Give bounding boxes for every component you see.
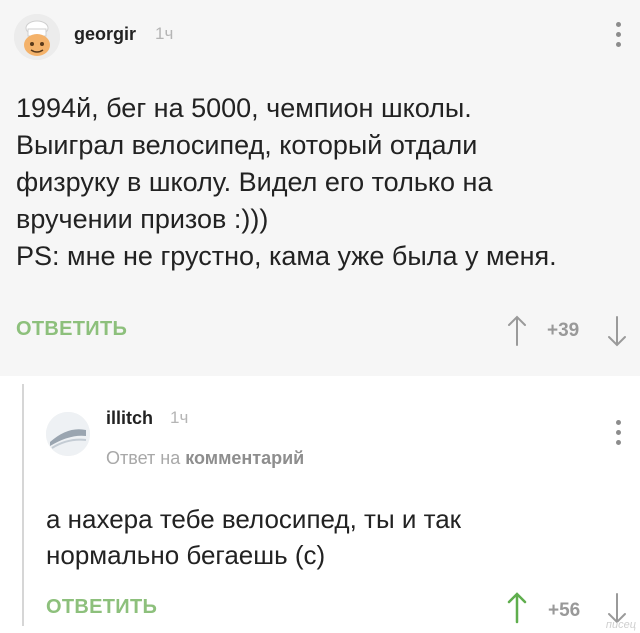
rating-count: +39 (547, 320, 580, 341)
reply-to-link[interactable]: комментарий (185, 448, 304, 468)
comment-line: Выиграл велосипед, который отдали (16, 130, 478, 160)
downvote-arrow-icon[interactable] (606, 315, 628, 352)
comment-body: а нахера тебе велосипед, ты и так нормал… (46, 501, 606, 573)
watermark: писец (605, 619, 636, 631)
comment-body: 1994й, бег на 5000, чемпион школы. Выигр… (16, 90, 626, 275)
reply-comment: illitch 1ч Ответ на комментарий а нахера… (0, 376, 640, 633)
reply-to-prefix: Ответ на (106, 448, 181, 468)
upvote-arrow-icon[interactable] (506, 315, 528, 352)
comment-line: а нахера тебе велосипед, ты и так (46, 504, 462, 534)
reply-button[interactable]: ОТВЕТИТЬ (16, 318, 127, 341)
reply-button[interactable]: ОТВЕТИТЬ (46, 596, 157, 619)
rating-count: +56 (548, 600, 581, 621)
comment-line: физруку в школу. Видел его только на (16, 167, 493, 197)
username[interactable]: georgir (74, 24, 136, 45)
comment: georgir 1ч 1994й, бег на 5000, чемпион ш… (0, 0, 640, 376)
comment-line: нормально бегаешь (с) (46, 540, 326, 570)
username[interactable]: illitch (106, 408, 153, 429)
more-menu-icon[interactable] (616, 420, 622, 450)
comment-line: 1994й, бег на 5000, чемпион школы. (16, 93, 472, 123)
reply-to-info: Ответ на комментарий (106, 448, 304, 469)
thread-line (22, 384, 24, 626)
timestamp: 1ч (170, 408, 189, 427)
upvote-arrow-icon[interactable] (506, 592, 528, 629)
more-menu-icon[interactable] (616, 22, 622, 52)
timestamp: 1ч (155, 24, 174, 43)
comment-line: PS: мне не грустно, кама уже была у меня… (16, 241, 557, 271)
wing-avatar-icon[interactable] (46, 412, 90, 456)
comment-line: вручении призов :))) (16, 204, 269, 234)
chef-avatar-icon[interactable] (14, 14, 60, 60)
